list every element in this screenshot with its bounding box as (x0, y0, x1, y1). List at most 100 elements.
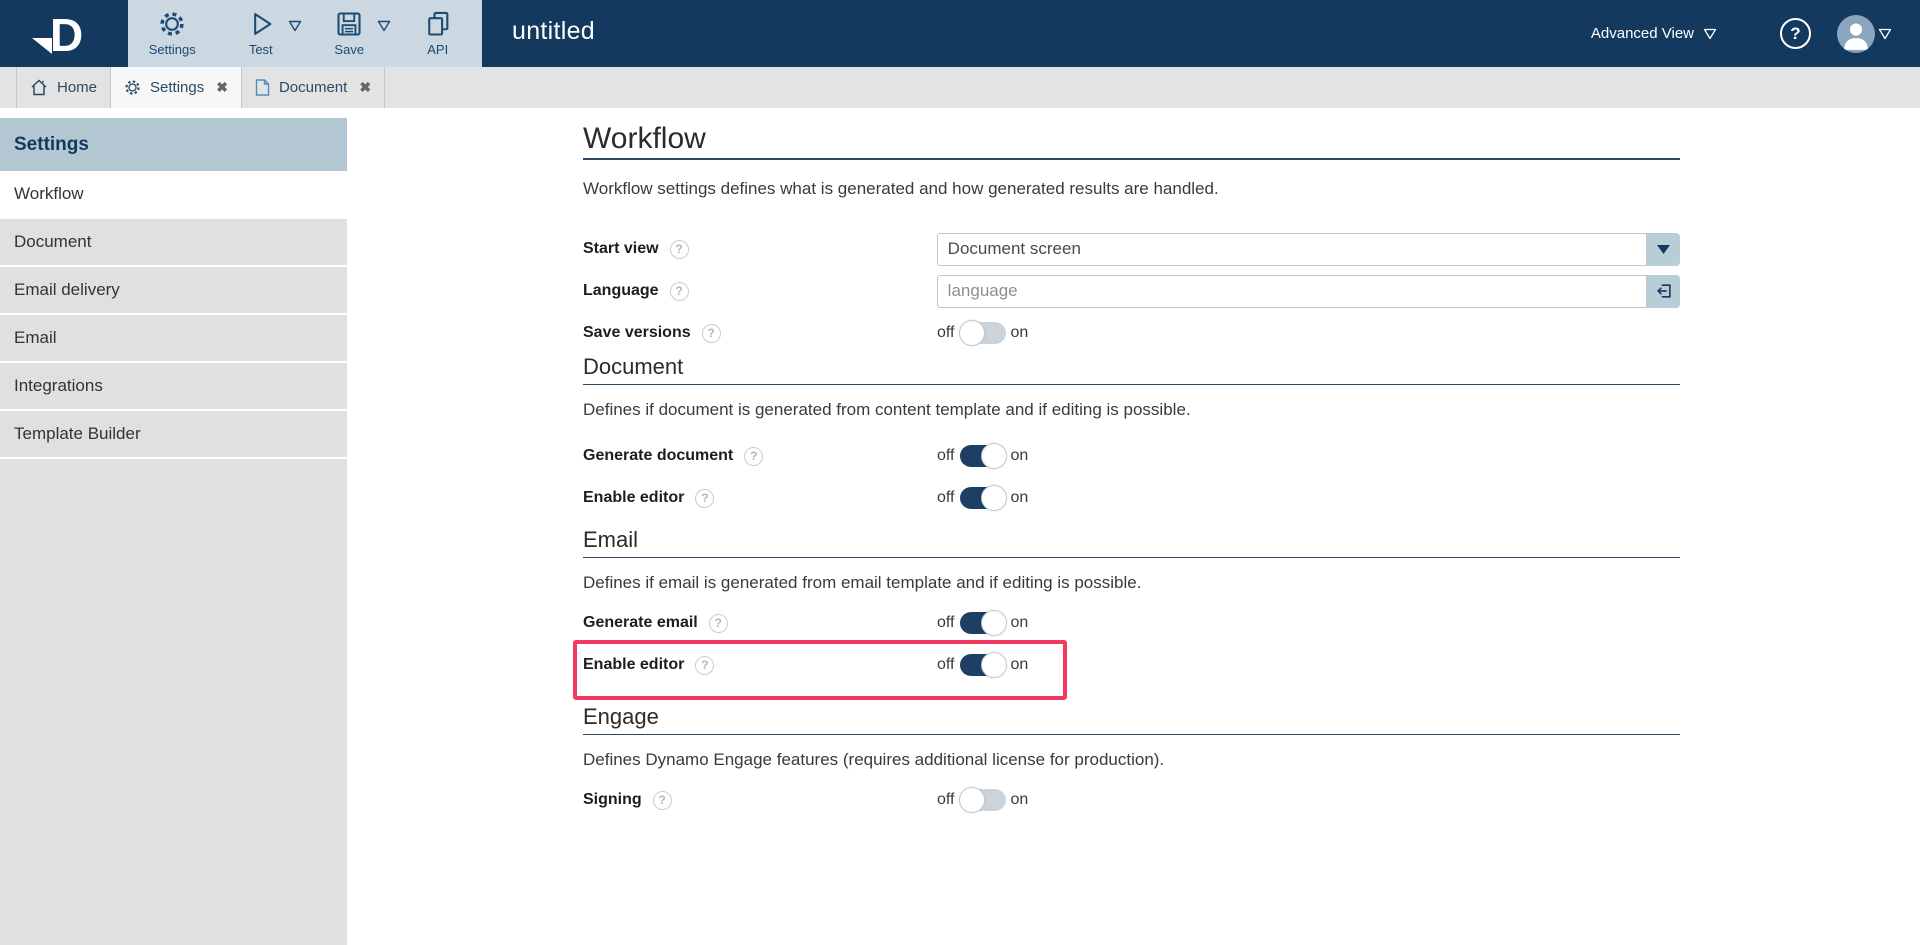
toggle-track[interactable] (958, 787, 1006, 813)
settings-button-label: Settings (148, 42, 196, 57)
section-description: Defines if email is generated from email… (583, 573, 1142, 592)
sidebar-item-template-builder[interactable]: Template Builder (0, 411, 347, 459)
document-enable-editor-row: Enable editor ? off on (583, 477, 1680, 519)
copy-icon (424, 9, 452, 39)
document-title: untitled (512, 17, 596, 45)
language-input[interactable] (947, 281, 1636, 301)
close-icon[interactable]: ✖ (359, 79, 371, 96)
help-icon[interactable]: ? (669, 281, 689, 301)
start-view-row: Start view ? Document screen (583, 228, 1680, 270)
toggle-track[interactable] (959, 443, 1007, 469)
tab-document[interactable]: Document ✖ (242, 67, 386, 108)
save-versions-toggle[interactable]: off on (937, 320, 1029, 346)
start-view-value: Document screen (947, 239, 1081, 258)
help-icon[interactable]: ? (652, 790, 672, 810)
topbar-right-group: Advanced View ? (1591, 0, 1892, 67)
signing-row: Signing ? off on (583, 779, 1680, 821)
save-dropdown-caret-icon[interactable] (377, 20, 391, 32)
app-logo-icon[interactable]: D (26, 8, 96, 60)
document-enable-editor-toggle[interactable]: off on (937, 485, 1028, 511)
generate-document-row: Generate document ? off on (583, 435, 1680, 477)
help-icon[interactable]: ? (695, 488, 715, 508)
signing-toggle[interactable]: off on (937, 787, 1028, 813)
toggle-track[interactable] (959, 652, 1007, 678)
start-view-dropdown-button[interactable] (1647, 232, 1680, 266)
save-versions-label: Save versions (583, 324, 691, 341)
top-bar: D Settings Test Save API untitled Advanc… (0, 0, 1920, 67)
svg-text:D: D (50, 9, 83, 60)
generate-document-toggle[interactable]: off on (937, 443, 1029, 469)
section-description: Defines if document is generated from co… (583, 400, 1191, 419)
start-view-label: Start view (583, 240, 659, 257)
page-description: Workflow settings defines what is genera… (583, 179, 1219, 198)
help-button[interactable]: ? (1780, 18, 1811, 49)
user-avatar[interactable] (1837, 14, 1875, 53)
toggle-off-label: off (937, 656, 955, 673)
toggle-track[interactable] (958, 320, 1006, 346)
main-panel: Workflow Workflow settings defines what … (347, 108, 1920, 945)
test-button[interactable]: Test (217, 0, 306, 67)
toggle-on-label: on (1010, 447, 1029, 464)
gear-icon (124, 79, 141, 96)
save-button[interactable]: Save (305, 0, 394, 67)
toggle-track[interactable] (959, 610, 1007, 636)
user-menu-caret-icon[interactable] (1878, 28, 1892, 40)
api-button[interactable]: API (394, 0, 483, 67)
settings-button[interactable]: Settings (128, 0, 217, 67)
close-icon[interactable]: ✖ (216, 79, 228, 96)
toggle-on-label: on (1010, 614, 1029, 631)
sidebar-header: Settings (0, 118, 347, 171)
toggle-knob[interactable] (958, 320, 985, 346)
sidebar-item-workflow[interactable]: Workflow (0, 171, 347, 219)
tab-home[interactable]: Home (16, 67, 112, 108)
test-dropdown-caret-icon[interactable] (288, 20, 302, 32)
generate-email-toggle[interactable]: off on (937, 610, 1029, 636)
start-view-select[interactable]: Document screen (936, 232, 1647, 266)
question-mark-icon: ? (1790, 23, 1801, 43)
save-icon (335, 9, 363, 39)
toggle-off-label: off (937, 489, 955, 506)
help-icon[interactable]: ? (744, 446, 764, 466)
tab-bar: Home Settings ✖ Document ✖ (0, 67, 1920, 108)
section-title-engage: Engage (583, 704, 1680, 735)
help-icon[interactable]: ? (695, 655, 715, 675)
tab-home-label: Home (57, 79, 98, 96)
toggle-off-label: off (937, 791, 955, 808)
section-title-document: Document (583, 354, 1680, 385)
sidebar-item-email[interactable]: Email (0, 315, 347, 363)
help-icon[interactable]: ? (669, 239, 689, 259)
tab-settings-label: Settings (150, 79, 205, 96)
enable-editor-label: Enable editor (583, 489, 685, 506)
sidebar-item-document[interactable]: Document (0, 219, 347, 267)
document-icon (255, 79, 270, 96)
tab-settings[interactable]: Settings ✖ (111, 67, 242, 108)
save-versions-row: Save versions ? off on (583, 312, 1680, 354)
advanced-view-dropdown[interactable]: Advanced View (1591, 25, 1717, 42)
toggle-knob[interactable] (980, 652, 1007, 678)
sidebar-panel: Settings Workflow Document Email deliver… (0, 118, 347, 945)
page-title: Workflow (583, 122, 1680, 160)
generate-document-label: Generate document (583, 447, 734, 464)
play-icon (247, 9, 275, 39)
section-description: Defines Dynamo Engage features (requires… (583, 750, 1165, 769)
sidebar-item-integrations[interactable]: Integrations (0, 363, 347, 411)
toggle-on-label: on (1010, 324, 1029, 341)
main-toolbar: Settings Test Save API (128, 0, 482, 67)
toggle-track[interactable] (959, 485, 1007, 511)
dropdown-arrow-icon (1656, 244, 1671, 255)
language-label: Language (583, 282, 659, 299)
toggle-knob[interactable] (980, 443, 1007, 469)
toggle-knob[interactable] (980, 485, 1007, 511)
email-enable-editor-toggle[interactable]: off on (937, 652, 1028, 678)
help-icon[interactable]: ? (701, 323, 721, 343)
language-insert-button[interactable] (1647, 274, 1680, 308)
enable-editor-label: Enable editor (583, 656, 685, 673)
help-icon[interactable]: ? (708, 613, 728, 633)
test-button-label: Test (248, 42, 273, 57)
toggle-off-label: off (937, 614, 955, 631)
toggle-knob[interactable] (958, 787, 985, 813)
save-button-label: Save (334, 42, 365, 57)
toggle-off-label: off (937, 447, 955, 464)
sidebar-item-email-delivery[interactable]: Email delivery (0, 267, 347, 315)
toggle-knob[interactable] (980, 610, 1007, 636)
